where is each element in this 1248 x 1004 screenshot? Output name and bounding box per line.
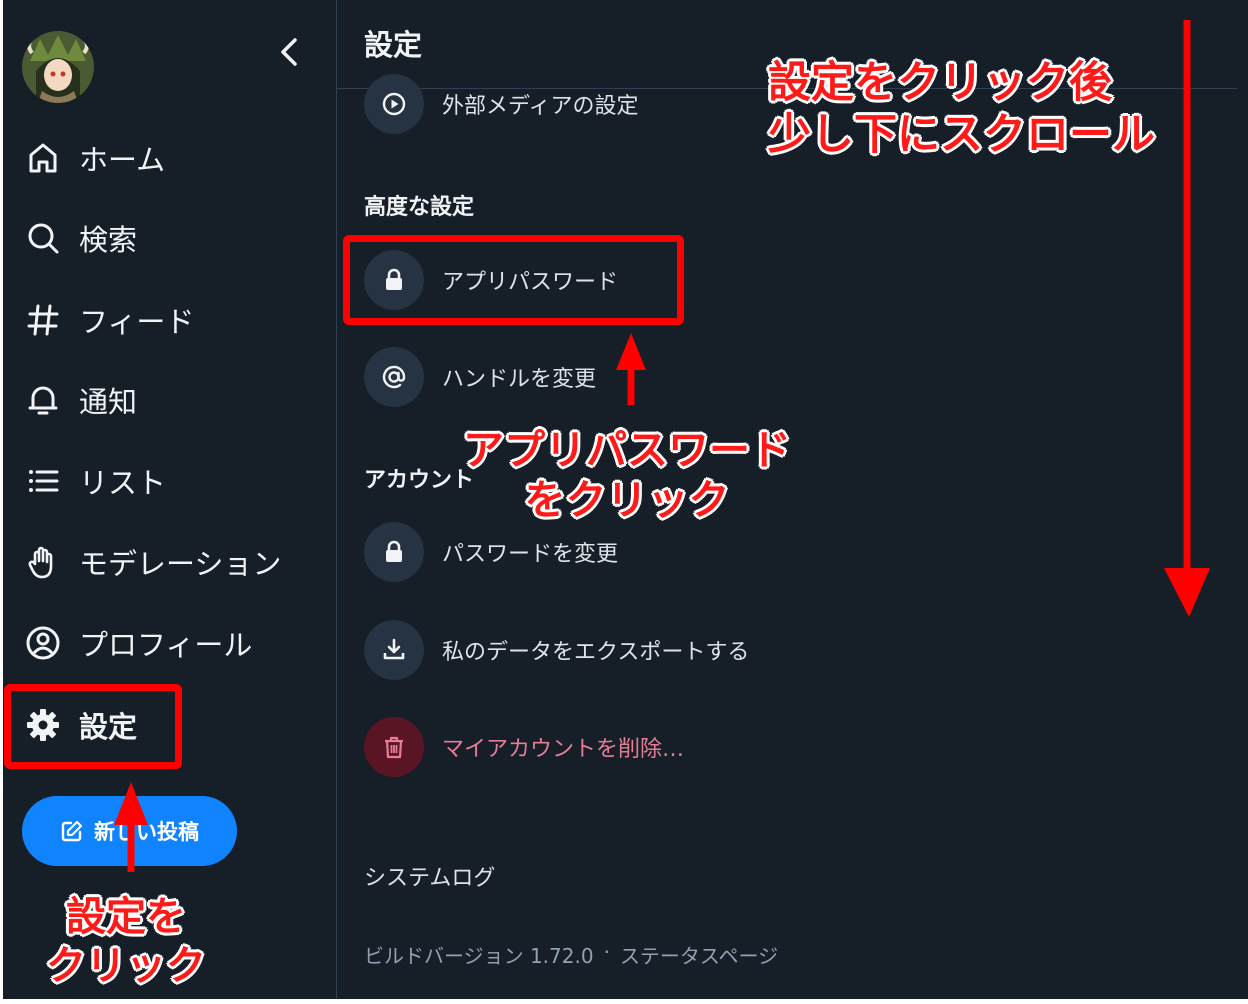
avatar[interactable] xyxy=(22,31,94,103)
edit-icon xyxy=(61,820,83,842)
export-data-item[interactable]: 私のデータをエクスポートする xyxy=(364,620,749,680)
advanced-settings-title: 高度な設定 xyxy=(364,195,475,220)
screenshot-border-bottom xyxy=(0,999,1248,1004)
change-handle-label: ハンドルを変更 xyxy=(442,367,597,392)
app-password-highlight-box xyxy=(343,235,684,325)
change-password-label: パスワードを変更 xyxy=(442,542,619,567)
delete-account-label: マイアカウントを削除… xyxy=(442,737,685,762)
lock-icon xyxy=(364,522,424,582)
system-log-link[interactable]: システムログ xyxy=(364,860,495,892)
sidebar-item-label: プロフィール xyxy=(79,628,253,662)
sidebar-item-home[interactable]: ホーム xyxy=(21,128,165,188)
scroll-instruction-callout: 設定をクリック後 少し下にスクロール xyxy=(768,58,1155,161)
chevron-left-icon[interactable] xyxy=(273,34,305,70)
search-icon xyxy=(21,216,65,260)
sidebar-item-profile[interactable]: プロフィール xyxy=(21,613,252,673)
sidebar-item-label: ホーム xyxy=(79,143,166,177)
export-data-label: 私のデータをエクスポートする xyxy=(442,640,750,665)
download-icon xyxy=(364,620,424,680)
status-page-link[interactable]: ステータスページ xyxy=(620,940,778,969)
external-media-label: 外部メディアの設定 xyxy=(442,94,639,119)
page-title: 設定 xyxy=(364,28,423,62)
trash-icon xyxy=(364,717,424,777)
at-sign-icon xyxy=(364,347,424,407)
sidebar-item-lists[interactable]: リスト xyxy=(21,451,166,511)
sidebar: ホーム 検索 フィード 通知 リスト モデレーション プロフィール 設定 新しい… xyxy=(3,0,336,999)
sidebar-item-search[interactable]: 検索 xyxy=(21,208,137,268)
change-handle-item[interactable]: ハンドルを変更 xyxy=(364,347,596,407)
account-title: アカウント xyxy=(364,468,475,493)
delete-account-item[interactable]: マイアカウントを削除… xyxy=(364,717,684,777)
user-circle-icon xyxy=(21,621,65,665)
settings-highlight-box xyxy=(4,684,182,769)
sidebar-item-label: 検索 xyxy=(79,223,138,257)
hand-icon xyxy=(21,540,65,584)
footer: ビルドバージョン 1.72.0 · ステータスページ xyxy=(364,940,778,969)
sidebar-item-label: フィード xyxy=(79,305,195,339)
change-password-item[interactable]: パスワードを変更 xyxy=(364,522,618,582)
play-circle-icon xyxy=(364,74,424,134)
external-media-settings-item[interactable]: 外部メディアの設定 xyxy=(364,74,638,134)
sidebar-item-notifications[interactable]: 通知 xyxy=(21,370,137,430)
new-post-button[interactable]: 新しい投稿 xyxy=(22,796,237,866)
app-password-callout: アプリパスワード をクリック xyxy=(463,426,791,525)
settings-click-callout: 設定を クリック xyxy=(46,894,206,989)
build-version: ビルドバージョン 1.72.0 xyxy=(364,944,594,968)
sidebar-item-label: 通知 xyxy=(79,385,138,419)
new-post-label: 新しい投稿 xyxy=(94,820,199,844)
sidebar-item-label: モデレーション xyxy=(79,547,282,581)
list-icon xyxy=(21,459,65,503)
bell-icon xyxy=(21,378,65,422)
sidebar-item-label: リスト xyxy=(79,466,167,500)
footer-separator: · xyxy=(603,940,610,964)
home-icon xyxy=(21,136,65,180)
sidebar-item-moderation[interactable]: モデレーション xyxy=(21,532,281,592)
sidebar-item-feeds[interactable]: フィード xyxy=(21,290,194,350)
hash-icon xyxy=(21,298,65,342)
